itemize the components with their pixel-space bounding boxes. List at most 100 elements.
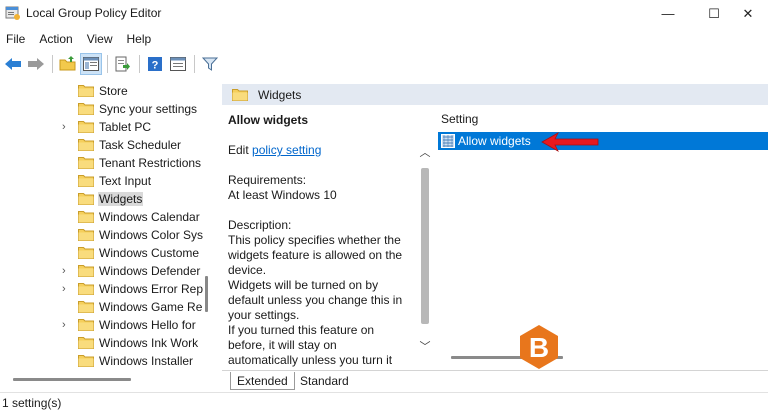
tree-item[interactable]: Windows Ink Work (0, 334, 206, 352)
filter-button[interactable] (199, 53, 221, 75)
minimize-button[interactable]: — (648, 0, 688, 27)
edit-prefix: Edit (228, 143, 249, 157)
folder-icon (78, 174, 94, 187)
description-line: your settings. (228, 308, 300, 322)
svg-text:?: ? (152, 60, 159, 72)
setting-row-allow-widgets[interactable]: Allow widgets (438, 132, 768, 150)
toolbar-separator (194, 55, 195, 73)
export-list-button[interactable] (112, 53, 134, 75)
help-button[interactable]: ? (144, 53, 166, 75)
menu-bar: File Action View Help (0, 28, 768, 49)
folder-icon (78, 228, 94, 241)
view-tabs: Extended Standard (222, 370, 768, 390)
tree-item[interactable]: › Tablet PC (0, 118, 206, 136)
tree-item[interactable]: Windows Game Re (0, 298, 206, 316)
tree-item-label: Windows Defender (99, 264, 201, 278)
tree-item[interactable]: Sync your settings (0, 100, 206, 118)
folder-icon (78, 192, 94, 205)
expand-chevron-icon[interactable]: › (62, 319, 72, 331)
title-bar: Local Group Policy Editor — ☐ ✕ (0, 0, 768, 27)
up-folder-button[interactable] (57, 53, 79, 75)
tree-item-label: Store (99, 84, 128, 98)
toolbar: ? (0, 51, 768, 77)
folder-icon (78, 246, 94, 259)
properties-button[interactable] (167, 53, 189, 75)
folder-icon (78, 264, 94, 277)
folder-icon (78, 318, 94, 331)
description-line: widgets feature is allowed on the (228, 248, 403, 262)
tree-horizontal-scrollbar[interactable] (13, 378, 131, 381)
folder-icon (78, 84, 94, 97)
requirements-value: At least Windows 10 (228, 188, 337, 202)
tree-pane[interactable]: Store Sync your settings › Tablet PC Task Sc… (0, 79, 216, 368)
scroll-up-icon[interactable]: ︿ (419, 144, 431, 159)
tree-item[interactable]: Tenant Restrictions (0, 154, 206, 172)
tab-standard[interactable]: Standard (294, 372, 355, 390)
policy-setting-link[interactable]: policy setting (252, 143, 321, 157)
expand-chevron-icon[interactable]: › (62, 283, 72, 295)
policy-title: Allow widgets (228, 113, 309, 127)
tree-item-label: Windows Hello for (99, 318, 196, 332)
back-icon (5, 58, 21, 70)
toolbar-separator (107, 55, 108, 73)
tree-item-label: Windows Ink Work (99, 336, 199, 350)
tree-item[interactable]: Windows Color Sys (0, 226, 206, 244)
tree-item[interactable]: Windows Custome (0, 244, 206, 262)
annotation-arrow-icon (541, 132, 599, 152)
description-line: This policy specifies whether the (228, 233, 401, 247)
forward-icon (28, 58, 44, 70)
close-icon: ✕ (742, 5, 754, 21)
bonguides-logo-icon: B (520, 325, 558, 369)
tree-item[interactable]: › Windows Hello for (0, 316, 206, 334)
show-hide-tree-button[interactable] (80, 53, 102, 75)
requirements-label: Requirements: (228, 173, 307, 187)
expand-chevron-icon[interactable]: › (62, 121, 72, 133)
up-folder-icon (59, 56, 76, 71)
setting-column-header[interactable]: Setting (441, 112, 478, 126)
folder-icon (78, 120, 94, 133)
forward-button[interactable] (25, 53, 47, 75)
back-button[interactable] (2, 53, 24, 75)
description-line: device. (228, 263, 267, 277)
menu-file[interactable]: File (0, 32, 32, 46)
menu-help[interactable]: Help (120, 32, 159, 46)
tree-vertical-scrollbar[interactable] (205, 276, 208, 312)
folder-icon (78, 300, 94, 313)
tree-item[interactable]: › Windows Error Rep (0, 280, 206, 298)
folder-icon (78, 102, 94, 115)
menu-action[interactable]: Action (32, 32, 79, 46)
description-line: default unless you change this in (228, 293, 403, 307)
tree-item[interactable]: Windows Calendar (0, 208, 206, 226)
setting-label: Allow widgets (458, 134, 531, 148)
policy-description: Allow widgets Edit policy setting Requir… (228, 113, 414, 368)
description-scroll-thumb[interactable] (421, 168, 429, 324)
tree-item-label: Text Input (99, 174, 152, 188)
tree-item[interactable]: Store (0, 82, 206, 100)
tree-item[interactable]: Task Scheduler (0, 136, 206, 154)
tree-item[interactable]: Windows Installer (0, 352, 206, 368)
tree-item[interactable]: Text Input (0, 172, 206, 190)
description-label: Description: (228, 218, 292, 232)
tree-item-label: Windows Calendar (99, 210, 200, 224)
tree-item-label: Tenant Restrictions (99, 156, 202, 170)
tree-item-label: Task Scheduler (99, 138, 182, 152)
bonguides-watermark: B BONGUIDES.COM (515, 323, 765, 371)
watermark-text: BONGUIDES.COM (575, 338, 738, 358)
scroll-down-icon[interactable]: ﹀ (419, 338, 431, 353)
close-button[interactable]: ✕ (728, 0, 768, 27)
details-header-title: Widgets (258, 88, 302, 102)
status-bar: 1 setting(s) (0, 392, 768, 412)
description-line: before, it will stay on (228, 338, 337, 352)
tree-item-label: Windows Custome (99, 246, 200, 260)
folder-icon (78, 336, 94, 349)
description-scrollbar[interactable]: ︿ ﹀ (418, 140, 432, 356)
tab-extended[interactable]: Extended (230, 372, 295, 390)
expand-chevron-icon[interactable]: › (62, 265, 72, 277)
menu-view[interactable]: View (80, 32, 120, 46)
folder-icon (78, 156, 94, 169)
tree-item-label: Windows Installer (99, 354, 194, 368)
show-hide-tree-icon (83, 57, 99, 71)
tree-item[interactable]: Widgets (0, 190, 206, 208)
maximize-icon: ☐ (708, 5, 720, 21)
tree-item[interactable]: › Windows Defender (0, 262, 206, 280)
